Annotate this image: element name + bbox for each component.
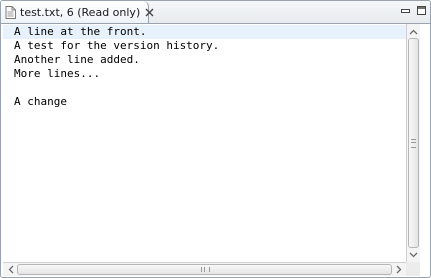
tab-bar: test.txt, 6 (Read only) bbox=[1, 1, 430, 24]
grip-icon bbox=[201, 267, 210, 272]
minimize-icon[interactable] bbox=[400, 5, 411, 16]
scroll-left-arrow-icon[interactable] bbox=[5, 264, 16, 275]
tab-test-txt[interactable]: test.txt, 6 (Read only) bbox=[1, 1, 154, 23]
horizontal-scroll-thumb[interactable] bbox=[17, 264, 392, 275]
text-editor[interactable]: A line at the front. A test for the vers… bbox=[3, 24, 406, 262]
editor-line-6: A change bbox=[14, 95, 67, 108]
tab-title: test.txt, 6 (Read only) bbox=[20, 5, 141, 19]
scroll-right-arrow-icon[interactable] bbox=[393, 264, 404, 275]
editor-line-3: Another line added. bbox=[14, 53, 140, 66]
scroll-down-arrow-icon[interactable] bbox=[408, 249, 419, 260]
vertical-scrollbar[interactable] bbox=[406, 24, 420, 262]
editor-window: test.txt, 6 (Read only) A line at the fr… bbox=[0, 0, 431, 278]
scrollbar-corner bbox=[406, 262, 420, 276]
vertical-scroll-thumb[interactable] bbox=[408, 38, 419, 248]
maximize-icon[interactable] bbox=[416, 5, 427, 16]
text-file-icon bbox=[5, 5, 16, 19]
scroll-up-arrow-icon[interactable] bbox=[408, 26, 419, 37]
horizontal-scrollbar[interactable] bbox=[3, 262, 406, 276]
close-icon[interactable] bbox=[145, 7, 154, 18]
overview-ruler bbox=[420, 24, 430, 276]
grip-icon bbox=[411, 139, 416, 148]
editor-line-2: A test for the version history. bbox=[14, 39, 220, 52]
editor-line-4: More lines... bbox=[14, 67, 101, 80]
editor-line-1: A line at the front. bbox=[14, 25, 147, 38]
